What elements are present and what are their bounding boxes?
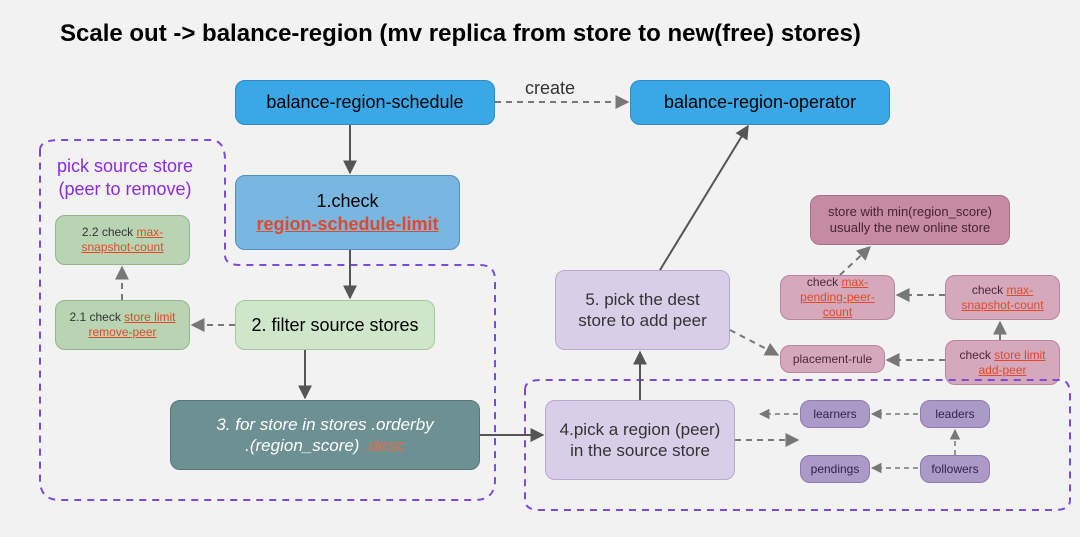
pendings-node: pendings	[800, 455, 870, 483]
step3-line1: 3. for store in stores .orderby	[216, 415, 433, 434]
balance-region-operator-node: balance-region-operator	[630, 80, 890, 125]
step2-1-pre: 2.1 check	[69, 310, 124, 324]
step1-text: 1.check	[316, 191, 378, 211]
leaders-node: leaders	[920, 400, 990, 428]
diagram-title: Scale out -> balance-region (mv replica …	[60, 20, 861, 48]
step2-1-store-limit: 2.1 check store limit remove-peer	[55, 300, 190, 350]
pick-source-store-label: pick source store(peer to remove)	[45, 155, 205, 202]
check-max-pending: check max-pending-peer-count	[780, 275, 895, 320]
step2-2-snapshot: 2.2 check max-snapshot-count	[55, 215, 190, 265]
step4-pick-region: 4.pick a region (peer) in the source sto…	[545, 400, 735, 480]
chk-pend-pre: check	[807, 275, 842, 289]
step1-check-schedule-limit: 1.check region-schedule-limit	[235, 175, 460, 250]
step2-filter-source-stores: 2. filter source stores	[235, 300, 435, 350]
step5-pick-dest: 5. pick the dest store to add peer	[555, 270, 730, 350]
balance-region-schedule-node: balance-region-schedule	[235, 80, 495, 125]
min-score-note: store with min(region_score) usually the…	[810, 195, 1010, 245]
followers-node: followers	[920, 455, 990, 483]
placement-rule-node: placement-rule	[780, 345, 885, 373]
step2-2-pre: 2.2 check	[82, 225, 137, 239]
chk-snap-pre: check	[972, 283, 1007, 297]
check-max-snapshot: check max-snapshot-count	[945, 275, 1060, 320]
step3-line2b: .desc	[364, 436, 405, 455]
step3-orderby: 3. for store in stores .orderby .(region…	[170, 400, 480, 470]
chk-add-pre: check	[959, 348, 994, 362]
step1-link-text: region-schedule-limit	[256, 214, 438, 234]
step3-line2a: .(region_score)	[245, 436, 364, 455]
check-store-limit-add: check store limit add-peer	[945, 340, 1060, 385]
learners-node: learners	[800, 400, 870, 428]
create-edge-label: create	[525, 78, 575, 99]
